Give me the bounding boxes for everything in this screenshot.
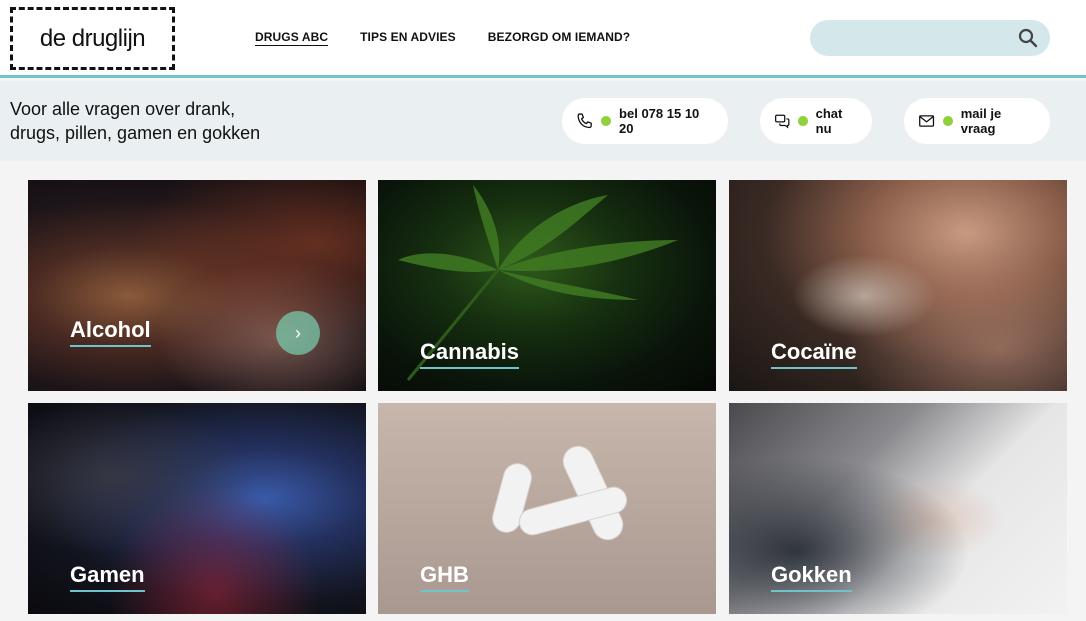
- call-button[interactable]: bel 078 15 10 20: [562, 98, 728, 144]
- card-gamen[interactable]: Gamen: [28, 403, 366, 614]
- nav-drugs-abc[interactable]: DRUGS ABC: [255, 30, 329, 46]
- card-label-gamen: Gamen: [70, 562, 145, 592]
- tagline-line-2: drugs, pillen, gamen en gokken: [10, 123, 261, 143]
- card-label-cocaine: Cocaïne: [771, 339, 857, 369]
- search-icon[interactable]: [1018, 28, 1038, 48]
- mail-button[interactable]: mail je vraag: [904, 98, 1050, 144]
- card-cannabis[interactable]: Cannabis: [378, 180, 716, 391]
- status-dot: [798, 116, 808, 126]
- card-gokken[interactable]: Gokken: [729, 403, 1067, 614]
- chat-button[interactable]: chat nu: [760, 98, 872, 144]
- tagline-line-1: Voor alle vragen over drank,: [10, 99, 236, 119]
- mail-label: mail je vraag: [960, 106, 1002, 136]
- card-ghb[interactable]: GHB: [378, 403, 716, 614]
- card-label-ghb: GHB: [420, 562, 469, 592]
- card-label-cannabis: Cannabis: [420, 339, 520, 369]
- phone-icon: [577, 113, 592, 129]
- card-cocaine[interactable]: Cocaïne: [729, 180, 1067, 391]
- search-bar: [810, 20, 1050, 56]
- card-image-alcohol-overlay: [28, 180, 366, 391]
- tagline: Voor alle vragen over drank, drugs, pill…: [10, 97, 310, 145]
- main-nav: DRUGS ABC TIPS EN ADVIES BEZORGD OM IEMA…: [255, 30, 630, 46]
- mail-icon: [919, 115, 935, 127]
- status-dot: [943, 116, 953, 126]
- logo-text: de druglijn: [39, 24, 146, 52]
- chevron-right-icon[interactable]: ›: [276, 311, 320, 355]
- card-label-alcohol: Alcohol: [70, 317, 151, 347]
- call-label: bel 078 15 10 20: [619, 106, 700, 136]
- search-input[interactable]: [810, 20, 1000, 56]
- site-header: de druglijn DRUGS ABC TIPS EN ADVIES BEZ…: [0, 0, 1086, 78]
- card-alcohol[interactable]: › Alcohol: [28, 180, 366, 391]
- chat-label: chat nu: [815, 106, 843, 136]
- status-dot: [601, 116, 612, 126]
- chat-icon: [775, 114, 790, 129]
- card-label-gokken: Gokken: [771, 562, 852, 592]
- nav-bezorgd-om-iemand[interactable]: BEZORGD OM IEMAND?: [488, 30, 630, 46]
- nav-tips-en-advies[interactable]: TIPS EN ADVIES: [360, 30, 456, 46]
- logo[interactable]: de druglijn: [10, 7, 175, 70]
- help-bar: Voor alle vragen over drank, drugs, pill…: [0, 81, 1086, 161]
